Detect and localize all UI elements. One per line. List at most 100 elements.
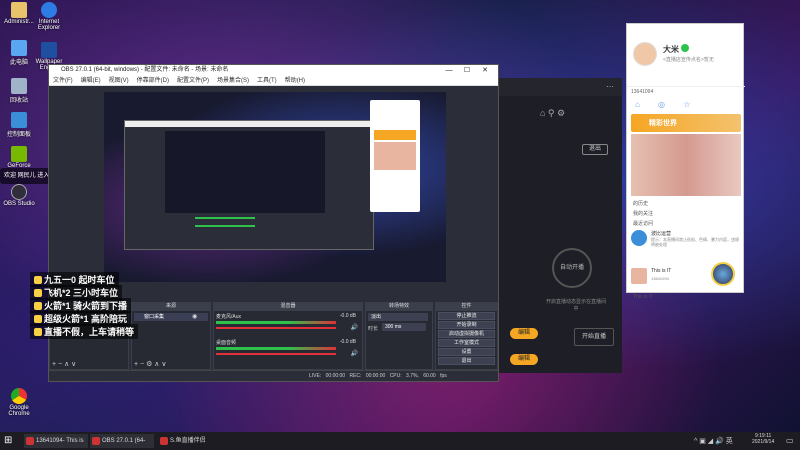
nested-banner	[374, 130, 416, 140]
desktop-icon-control-panel[interactable]: 控制面板	[2, 112, 36, 138]
window-controls: — ☐ ✕	[440, 65, 494, 76]
message-room: 13641094	[651, 276, 669, 281]
promo-image[interactable]	[631, 134, 741, 196]
obs-preview[interactable]	[104, 92, 446, 282]
exit-button[interactable]: 退出	[438, 357, 495, 365]
clock[interactable]: 9:19:11 2021/9/14	[752, 433, 774, 445]
chat-window: 大米 <直播店宣传点名>暂无 13641094 ⌂ ◎ ☆ 精彩世界 的历史 我…	[626, 23, 745, 300]
mixer-track-name-1: 麦克风/Aux	[216, 314, 242, 320]
toolbar-icons: ⌂ ⚲ ⚙	[540, 108, 566, 118]
info-icon	[34, 328, 42, 336]
sources-panel: 窗口采集 ◉ + − ⚙ ∧ ∨	[131, 310, 211, 370]
message-author: This is IT	[651, 268, 672, 274]
transitions-panel-header: 转场特效	[365, 302, 433, 310]
exit-button[interactable]: 退出	[582, 144, 608, 155]
list-item[interactable]: 的历史	[633, 200, 648, 207]
control-panel-icon	[11, 112, 27, 128]
obs-icon	[11, 184, 27, 200]
nested-obs-capture	[124, 120, 375, 250]
maximize-icon[interactable]: ☐	[458, 65, 476, 76]
caption-text: 直播不假，上车请稍等	[44, 327, 135, 337]
windows-start-icon[interactable]: ⊞	[4, 435, 12, 447]
game-icon[interactable]	[711, 262, 735, 286]
promo-banner-title: 精彩世界	[649, 120, 677, 127]
transitions-panel: 淡出 时长 300 ms	[365, 310, 433, 370]
desktop-icon-label: OBS Studio	[3, 201, 35, 207]
computer-icon	[11, 40, 27, 56]
desktop-icon-label: Administr...	[4, 19, 34, 25]
obs-statusbar: LIVE: 00:00:00 REC: 00:00:00 CPU: 3.7%, …	[49, 370, 498, 381]
desktop-icon-recycle[interactable]: 回收站	[2, 78, 36, 104]
stop-streaming-button[interactable]: 停止推流	[438, 312, 495, 320]
menu-view[interactable]: 视图(V)	[109, 78, 129, 84]
message-author: 波比运营	[651, 231, 672, 237]
taskbar-item-obs[interactable]: OBS 27.0.1 (64-bi...	[90, 434, 154, 448]
promo-banner[interactable]: 精彩世界	[631, 114, 741, 132]
mixer-panel-header: 混音器	[213, 302, 363, 310]
menu-help[interactable]: 帮助(H)	[285, 78, 305, 84]
minimize-icon[interactable]: —	[440, 65, 458, 76]
transition-select[interactable]: 淡出	[368, 313, 428, 321]
volume-slider-2[interactable]	[216, 353, 336, 355]
share-icon[interactable]: ⋯	[606, 82, 614, 91]
desktop-icon-chrome[interactable]: Google Chrome	[2, 388, 36, 417]
audio-meter-2	[216, 347, 336, 350]
close-icon[interactable]: ✕	[476, 65, 494, 76]
desktop-icon-label: Internet Explorer	[37, 19, 61, 31]
list-item[interactable]: 我的关注	[633, 210, 653, 217]
scene-toolbar-icons[interactable]: + − ∧ ∨	[52, 360, 76, 368]
volume-slider-1[interactable]	[216, 327, 336, 329]
source-toolbar-icons[interactable]: + − ⚙ ∧ ∨	[134, 360, 166, 368]
mixer-panel: 麦克风/Aux -0.0 dB 🔊 桌面音频 -0.0 dB 🔊	[213, 310, 363, 370]
menu-tools[interactable]: 工具(T)	[257, 78, 277, 84]
mixer-track-level-1: -0.0 dB	[339, 313, 356, 319]
list-item[interactable]: 最近访问	[633, 220, 653, 227]
desktop-icon-obs[interactable]: OBS Studio	[2, 184, 36, 207]
visibility-eye-icon[interactable]: ◉	[192, 313, 197, 320]
menu-profile[interactable]: 配置文件(P)	[177, 78, 209, 84]
obs-title: OBS 27.0.1 (64-bit, windows) - 配置文件: 未命名…	[61, 67, 229, 73]
menu-scene-collection[interactable]: 场景集合(S)	[217, 78, 249, 84]
audio-meter-1	[216, 321, 336, 324]
start-recording-button[interactable]: 开始录制	[438, 321, 495, 329]
nested-meter	[195, 225, 255, 227]
start-live-button[interactable]: 开始直播	[574, 328, 614, 346]
edit-button-1[interactable]: 编辑	[510, 328, 538, 339]
speaker-icon[interactable]: 🔊	[351, 324, 358, 331]
desktop-icon-admin[interactable]: Administr...	[2, 2, 36, 25]
chat-tabs[interactable]: ⌂ ◎ ☆	[627, 98, 745, 112]
settings-button[interactable]: 设置	[438, 348, 495, 356]
chrome-icon	[11, 388, 27, 404]
edit-button-2[interactable]: 编辑	[510, 354, 538, 365]
nested-preview	[165, 131, 325, 213]
mixer-track-level-2: -0.0 dB	[339, 339, 356, 345]
menu-file[interactable]: 文件(F)	[53, 78, 73, 84]
avatar[interactable]	[633, 42, 657, 66]
desktop-icon-label: 回收站	[9, 98, 28, 104]
live-companion-window: ⋯ ⌂ ⚲ ⚙ 退出 自动开播 开启直播动态显示在直播间中 编辑 编辑 开始直播	[496, 78, 622, 373]
verified-icon	[681, 44, 689, 52]
auto-open-button[interactable]: 自动开播	[552, 248, 592, 288]
studio-mode-button[interactable]: 工作室模式	[438, 339, 495, 347]
menu-edit[interactable]: 编辑(E)	[81, 78, 101, 84]
notification-icon[interactable]: ▭	[786, 436, 794, 445]
duration-input[interactable]: 300 ms	[382, 323, 426, 331]
desktop-icon-ie[interactable]: Internet Explorer	[32, 2, 66, 31]
desktop-icon-this-pc[interactable]: 此电脑	[2, 40, 36, 66]
user-folder-icon	[11, 2, 27, 18]
taskbar-item-companion[interactable]: S.鱼直播伴侣	[158, 434, 222, 448]
tray-icons[interactable]: ^ ▣ ◢ 🔊 英	[694, 436, 733, 446]
rocket-icon	[34, 302, 42, 310]
rec-timer: REC: 00:00:00	[349, 373, 386, 379]
sources-panel-header: 来源	[131, 302, 211, 310]
obs-titlebar[interactable]: OBS 27.0.1 (64-bit, windows) - 配置文件: 未命名…	[49, 65, 498, 76]
room-id: 13641094	[627, 86, 745, 96]
super-rocket-icon	[34, 315, 42, 323]
desktop-icon-geforce[interactable]: GeForce	[2, 146, 36, 169]
virtual-camera-button[interactable]: 启动虚拟摄像机	[438, 330, 495, 338]
speaker-icon[interactable]: 🔊	[351, 350, 358, 357]
taskbar-item-chat[interactable]: 13641094- This is IT	[24, 434, 88, 448]
controls-panel: 停止推流 开始录制 启动虚拟摄像机 工作室模式 设置 退出	[435, 310, 498, 370]
menu-docks[interactable]: 停靠部件(D)	[137, 78, 169, 84]
footer-name: This is IT	[633, 294, 654, 300]
